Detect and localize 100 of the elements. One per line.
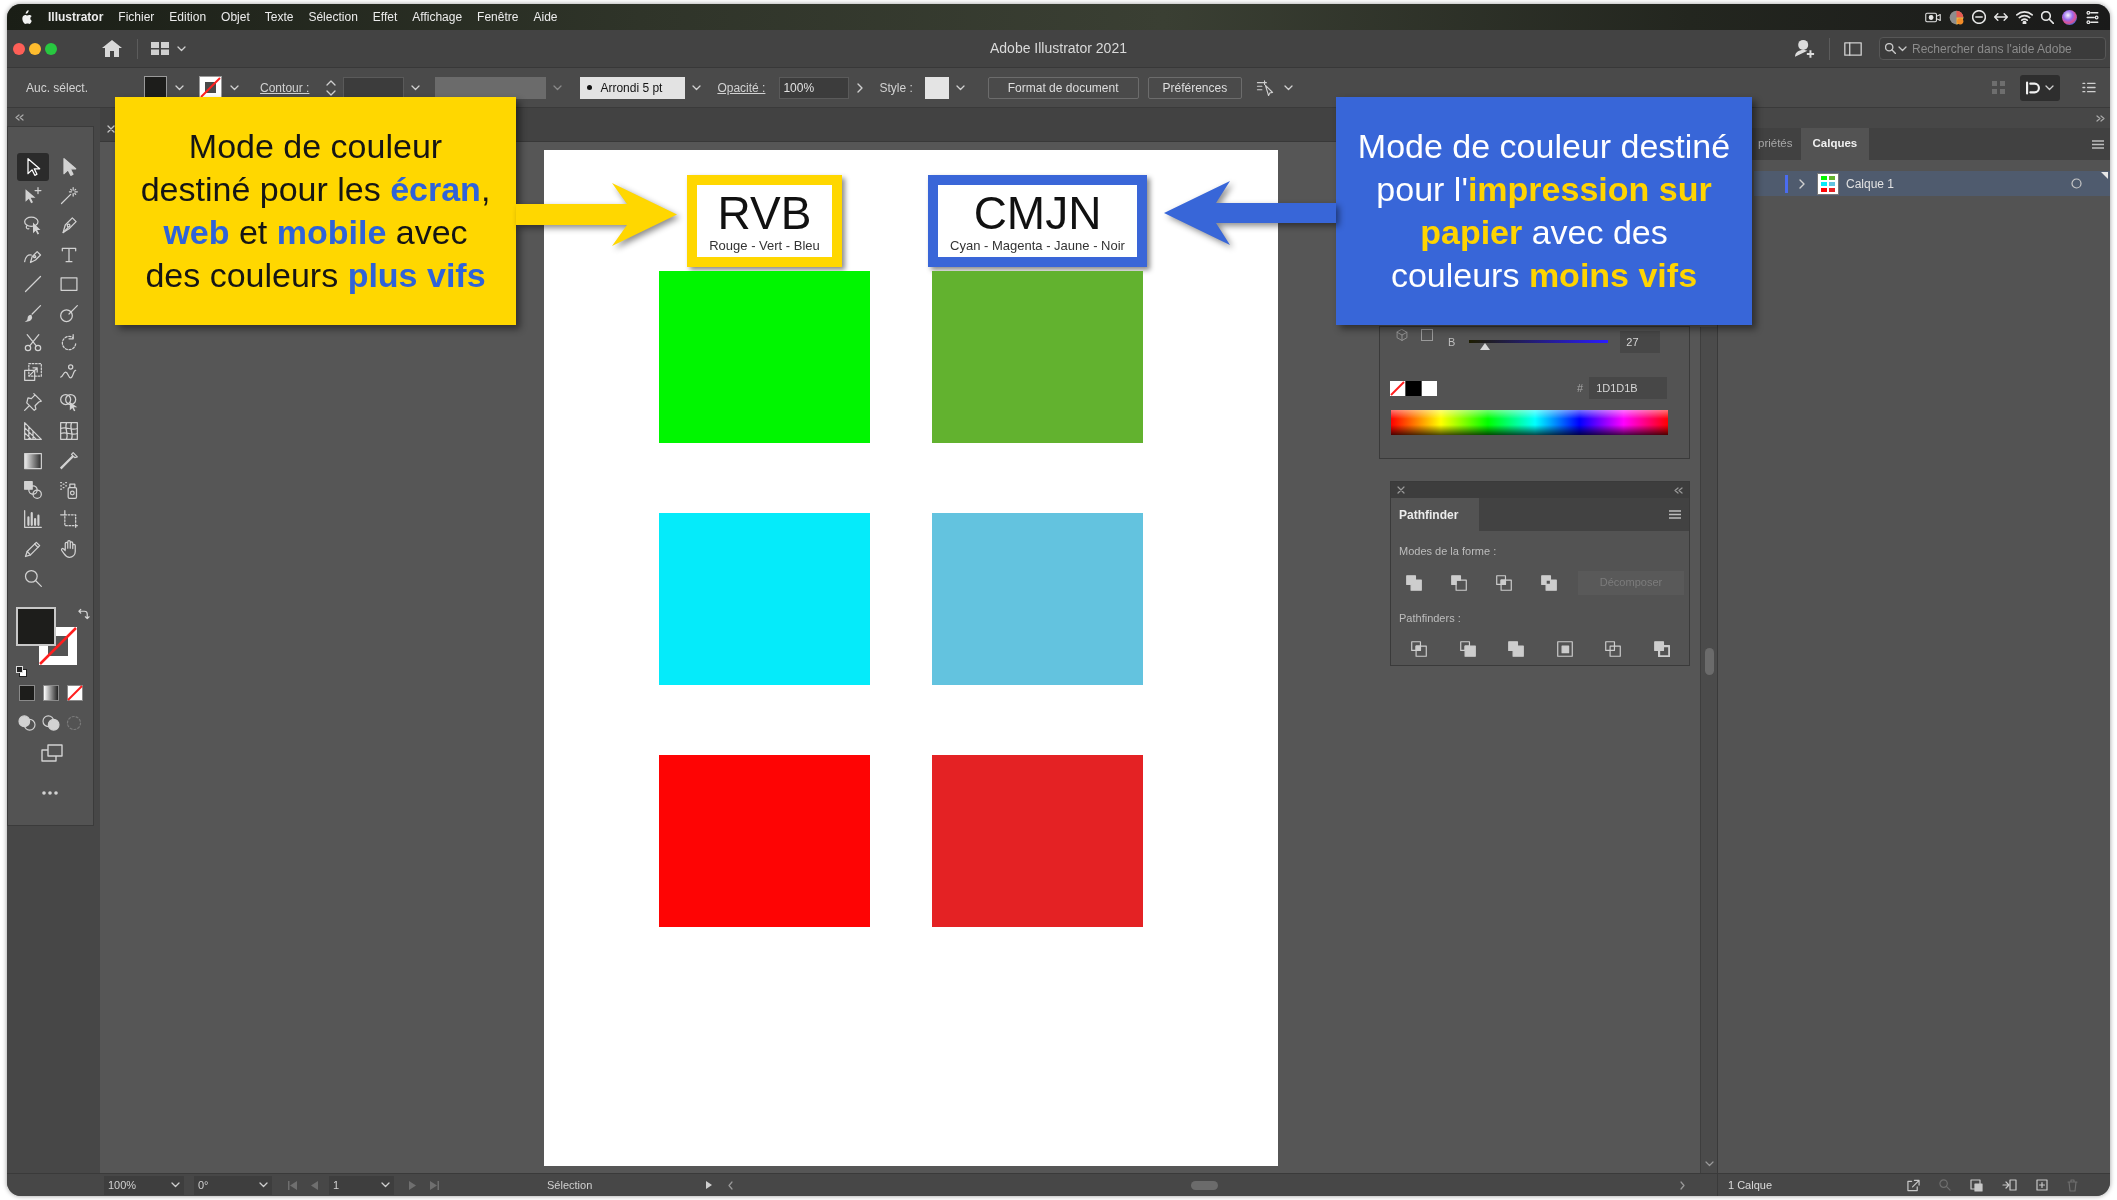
- none-swatch[interactable]: [1390, 380, 1405, 396]
- lasso-icon[interactable]: [23, 215, 43, 236]
- move-layer-icon[interactable]: [2002, 1179, 2017, 1191]
- window-zoom-button[interactable]: [45, 42, 57, 55]
- stroke-swatch[interactable]: [199, 76, 223, 99]
- chevron-left-icon[interactable]: [728, 1180, 734, 1190]
- overlapping-squares-icon[interactable]: [1411, 641, 1427, 657]
- menu-item[interactable]: Affichage: [412, 8, 463, 26]
- caret-icon[interactable]: [411, 84, 421, 91]
- overlapping-squares-icon[interactable]: [1496, 574, 1512, 591]
- channel-value-field[interactable]: 27: [1620, 331, 1661, 353]
- none-mode-icon[interactable]: [67, 684, 83, 701]
- overlapping-squares-icon[interactable]: [1508, 641, 1525, 657]
- cube-icon[interactable]: [1396, 329, 1408, 341]
- user-plus-icon[interactable]: [1795, 38, 1815, 59]
- chevron-down-icon[interactable]: [1704, 1161, 1714, 1167]
- overlapping-squares-icon[interactable]: [1541, 574, 1557, 591]
- line-icon[interactable]: [23, 274, 43, 295]
- collapse-icon[interactable]: [15, 113, 24, 121]
- grid-dots-icon[interactable]: [1992, 81, 2005, 94]
- perspective-grid-icon[interactable]: [23, 421, 43, 442]
- close-icon[interactable]: [107, 125, 115, 133]
- app-menu[interactable]: Illustrator: [48, 8, 104, 26]
- menu-icon[interactable]: [1669, 510, 1681, 519]
- window-minimize-button[interactable]: [29, 42, 41, 55]
- caret-icon[interactable]: [381, 1182, 390, 1188]
- caret-icon[interactable]: [177, 45, 186, 52]
- opacity-field[interactable]: 100%: [779, 76, 850, 99]
- overlapping-circles-icon[interactable]: [18, 714, 36, 731]
- scrollbar-thumb[interactable]: [1191, 1180, 1219, 1190]
- toolbar-button[interactable]: Format de document: [987, 76, 1139, 99]
- list-icon[interactable]: [2082, 82, 2096, 93]
- caret-icon[interactable]: [230, 84, 240, 91]
- mesh-grid-icon[interactable]: [59, 421, 79, 442]
- swap-arrow-icon[interactable]: [78, 607, 90, 620]
- stepper-icon[interactable]: [326, 79, 337, 96]
- pen-icon[interactable]: [59, 215, 79, 236]
- window-close-button[interactable]: [13, 42, 25, 55]
- tool-button[interactable]: [17, 152, 49, 181]
- overlapping-squares-icon[interactable]: [1653, 641, 1670, 657]
- panel-tab[interactable]: priétés: [1754, 128, 1801, 160]
- menu-icon[interactable]: [2092, 140, 2104, 149]
- gradient-orb-icon[interactable]: [2062, 9, 2077, 25]
- menu-item[interactable]: Effet: [372, 8, 398, 26]
- expand-icon[interactable]: [2096, 114, 2105, 122]
- square-icon[interactable]: [1421, 329, 1433, 341]
- workspace-grid-icon[interactable]: [151, 42, 169, 55]
- scrollbar-thumb[interactable]: [1704, 648, 1714, 675]
- overlapping-circles-icon[interactable]: [42, 714, 60, 731]
- search-icon[interactable]: [1885, 43, 1896, 54]
- menu-item[interactable]: Fichier: [118, 8, 155, 26]
- screen-record-icon[interactable]: [1925, 10, 1941, 24]
- vertical-scrollbar[interactable]: [1700, 327, 1717, 1173]
- close-icon[interactable]: [1397, 486, 1405, 494]
- menu-item[interactable]: Fenêtre: [477, 8, 519, 26]
- color-mode-icon[interactable]: [19, 684, 35, 701]
- brush-dropdown[interactable]: Arrondi 5 pt: [580, 76, 686, 99]
- magnifier-icon[interactable]: [23, 568, 43, 589]
- menu-item[interactable]: Edition: [169, 8, 207, 26]
- panel-tab[interactable]: Calques: [1800, 128, 1870, 160]
- pushpin-icon[interactable]: [23, 391, 43, 412]
- crop-marks-icon[interactable]: [59, 509, 79, 530]
- caret-icon[interactable]: [692, 84, 702, 91]
- quick-swatch[interactable]: [1422, 380, 1437, 396]
- overlapping-squares-icon[interactable]: [1451, 574, 1467, 591]
- menu-item[interactable]: Aide: [533, 8, 558, 26]
- layer-row[interactable]: Calque 1: [1754, 171, 2110, 196]
- gradient-square-icon[interactable]: [23, 450, 43, 471]
- bar-chart-icon[interactable]: [23, 509, 43, 530]
- panel-layout-icon[interactable]: [1844, 41, 1862, 56]
- isolate-selection-icon[interactable]: [1255, 79, 1276, 96]
- overlapping-squares-icon[interactable]: [1406, 574, 1422, 591]
- triangle-right-icon[interactable]: [706, 1181, 713, 1189]
- blend-shapes-icon[interactable]: [23, 480, 43, 500]
- opacity-link[interactable]: Opacité :: [717, 78, 766, 97]
- eyedropper-icon[interactable]: [59, 450, 79, 471]
- circles-arrow-icon[interactable]: [59, 391, 79, 412]
- menu-item[interactable]: Objet: [221, 8, 250, 26]
- menu-item[interactable]: Texte: [264, 8, 294, 26]
- collapse-icon[interactable]: [1674, 486, 1683, 494]
- align-button[interactable]: [2020, 74, 2060, 101]
- more-dots-icon[interactable]: [42, 790, 58, 795]
- spray-can-icon[interactable]: [59, 480, 79, 500]
- stroke-profile-field[interactable]: [435, 76, 547, 99]
- overlapping-squares-icon[interactable]: [1459, 641, 1476, 657]
- scissors-icon[interactable]: [23, 333, 43, 354]
- artboard-field[interactable]: 1: [329, 1175, 394, 1195]
- align-bars-icon[interactable]: [2026, 80, 2040, 95]
- gradient-mode-icon[interactable]: [43, 684, 59, 701]
- default-colors-icon[interactable]: [16, 665, 27, 677]
- toolbar-button[interactable]: Préférences: [1147, 76, 1243, 99]
- circle-minus-icon[interactable]: [1972, 10, 1986, 24]
- caret-icon[interactable]: [955, 84, 965, 91]
- scale-squares-icon[interactable]: [23, 362, 43, 383]
- zoom-field[interactable]: 100%: [104, 1175, 184, 1195]
- chevron-right-icon[interactable]: [1680, 1180, 1686, 1190]
- chevron-right-icon[interactable]: [857, 82, 864, 93]
- overlapping-squares-icon[interactable]: [1556, 641, 1573, 657]
- rotation-field[interactable]: 0°: [194, 1175, 272, 1195]
- caret-icon[interactable]: [175, 84, 185, 91]
